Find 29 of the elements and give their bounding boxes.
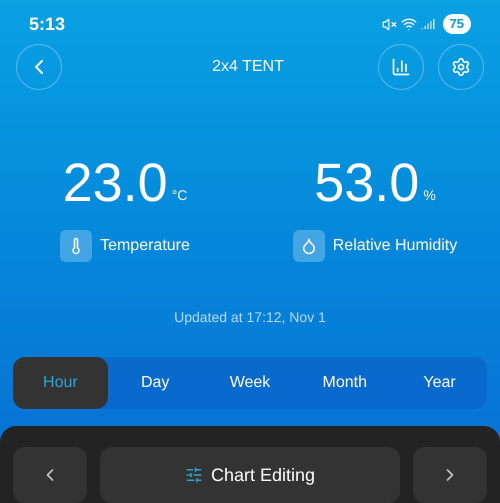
settings-icon: [451, 57, 471, 78]
wifi-icon: [400, 16, 417, 32]
device-title: 2x4 TENT: [211, 57, 285, 78]
reading-unit: °C: [172, 186, 188, 206]
thermometer-icon: [60, 230, 92, 262]
period-tab[interactable]: Month: [297, 357, 392, 409]
status-time: 5:13: [29, 12, 66, 36]
droplet-icon: [292, 230, 325, 262]
sliders-icon: [184, 466, 203, 484]
battery-level: 75: [442, 14, 471, 34]
reading-unit: %: [423, 186, 436, 206]
bar-chart-icon: [391, 57, 411, 78]
chart-editing-button[interactable]: Chart Editing: [100, 447, 400, 503]
signal-icon: [420, 17, 435, 32]
next-button[interactable]: [413, 447, 487, 503]
period-tab[interactable]: Day: [108, 357, 203, 409]
reading-value: 53.0: [314, 156, 420, 210]
settings-button[interactable]: [438, 44, 484, 90]
mute-icon: [382, 16, 397, 32]
chart-button[interactable]: [378, 44, 424, 90]
back-button[interactable]: [16, 44, 62, 90]
period-tab[interactable]: Year: [392, 357, 487, 409]
period-tab[interactable]: Hour: [13, 357, 108, 409]
period-tab[interactable]: Week: [202, 357, 298, 409]
reading-label: Relative Humidity: [332, 236, 458, 256]
updated-time: Updated at 17:12, Nov 1: [174, 309, 326, 326]
previous-button[interactable]: [13, 447, 87, 503]
reading-value: 23.0: [62, 156, 168, 210]
reading-label: Temperature: [100, 236, 190, 256]
